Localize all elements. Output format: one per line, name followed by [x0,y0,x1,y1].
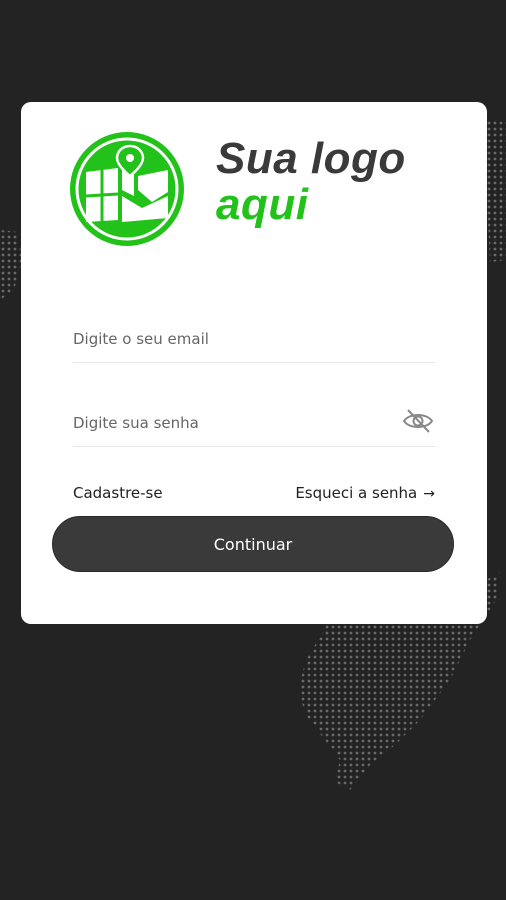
signup-link[interactable]: Cadastre-se [73,484,163,502]
password-field [73,402,435,447]
login-screen: Sua logo aqui Cadastre-se Esqueci a senh… [0,0,506,900]
email-field [73,318,435,363]
login-card: Sua logo aqui Cadastre-se Esqueci a senh… [21,102,487,624]
brand-logo: Sua logo aqui [56,130,466,248]
email-input[interactable] [73,318,393,360]
logo-text-primary: Sua logo [216,134,406,183]
forgot-password-link[interactable]: Esqueci a senha → [295,484,435,502]
map-logo-icon [70,132,184,246]
arrow-right-icon: → [423,486,435,502]
auth-links: Cadastre-se Esqueci a senha → [73,482,435,506]
eye-off-icon[interactable] [401,407,435,435]
logo-text-secondary: aqui [216,180,309,229]
password-input[interactable] [73,402,393,444]
forgot-password-label: Esqueci a senha [295,484,418,502]
continue-button[interactable]: Continuar [52,516,454,572]
